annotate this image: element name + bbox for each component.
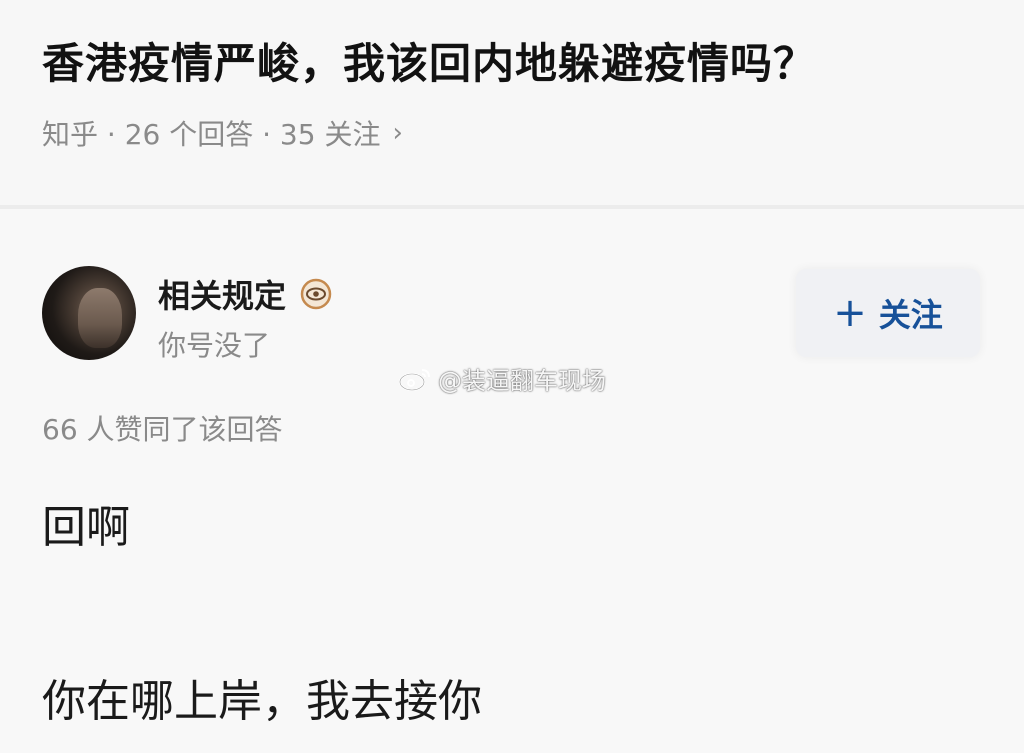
zhihu-answer-page: 香港疫情严峻，我该回内地躲避疫情吗？ 知乎 · 26 个回答 · 35 关注 ›… — [0, 0, 1024, 753]
author-name-row[interactable]: 相关规定 — [158, 271, 332, 317]
watermark-text: @装逼翻车现场 — [438, 367, 606, 395]
question-title[interactable]: 香港疫情严峻，我该回内地躲避疫情吗？ — [42, 30, 816, 91]
author-name: 相关规定 — [158, 277, 287, 315]
weibo-watermark: @装逼翻车现场 — [398, 361, 606, 396]
follow-button[interactable]: + 关注 — [796, 269, 980, 357]
chevron-right-icon: › — [392, 118, 403, 148]
avatar[interactable] — [42, 266, 136, 360]
answer-card: 相关规定 你号没了 + 关注 @装逼翻车现场 66 人赞同了该回答 回啊 你在哪… — [0, 209, 1024, 753]
author-bio: 你号没了 — [158, 329, 271, 362]
answer-text-line-2: 你在哪上岸，我去接你 — [42, 676, 482, 727]
answer-text-line-1: 回啊 — [42, 502, 130, 553]
vote-count: 66 人赞同了该回答 — [42, 413, 283, 446]
follow-label: 关注 — [878, 296, 943, 334]
weibo-icon — [399, 368, 430, 391]
avatar-face — [78, 288, 122, 348]
question-header: 香港疫情严峻，我该回内地躲避疫情吗？ 知乎 · 26 个回答 · 35 关注 › — [0, 0, 1024, 205]
question-meta[interactable]: 知乎 · 26 个回答 · 35 关注 › — [42, 113, 403, 153]
plus-icon: + — [833, 290, 867, 336]
eye-badge-icon — [300, 278, 332, 310]
question-meta-text: 知乎 · 26 个回答 · 35 关注 — [42, 118, 381, 151]
